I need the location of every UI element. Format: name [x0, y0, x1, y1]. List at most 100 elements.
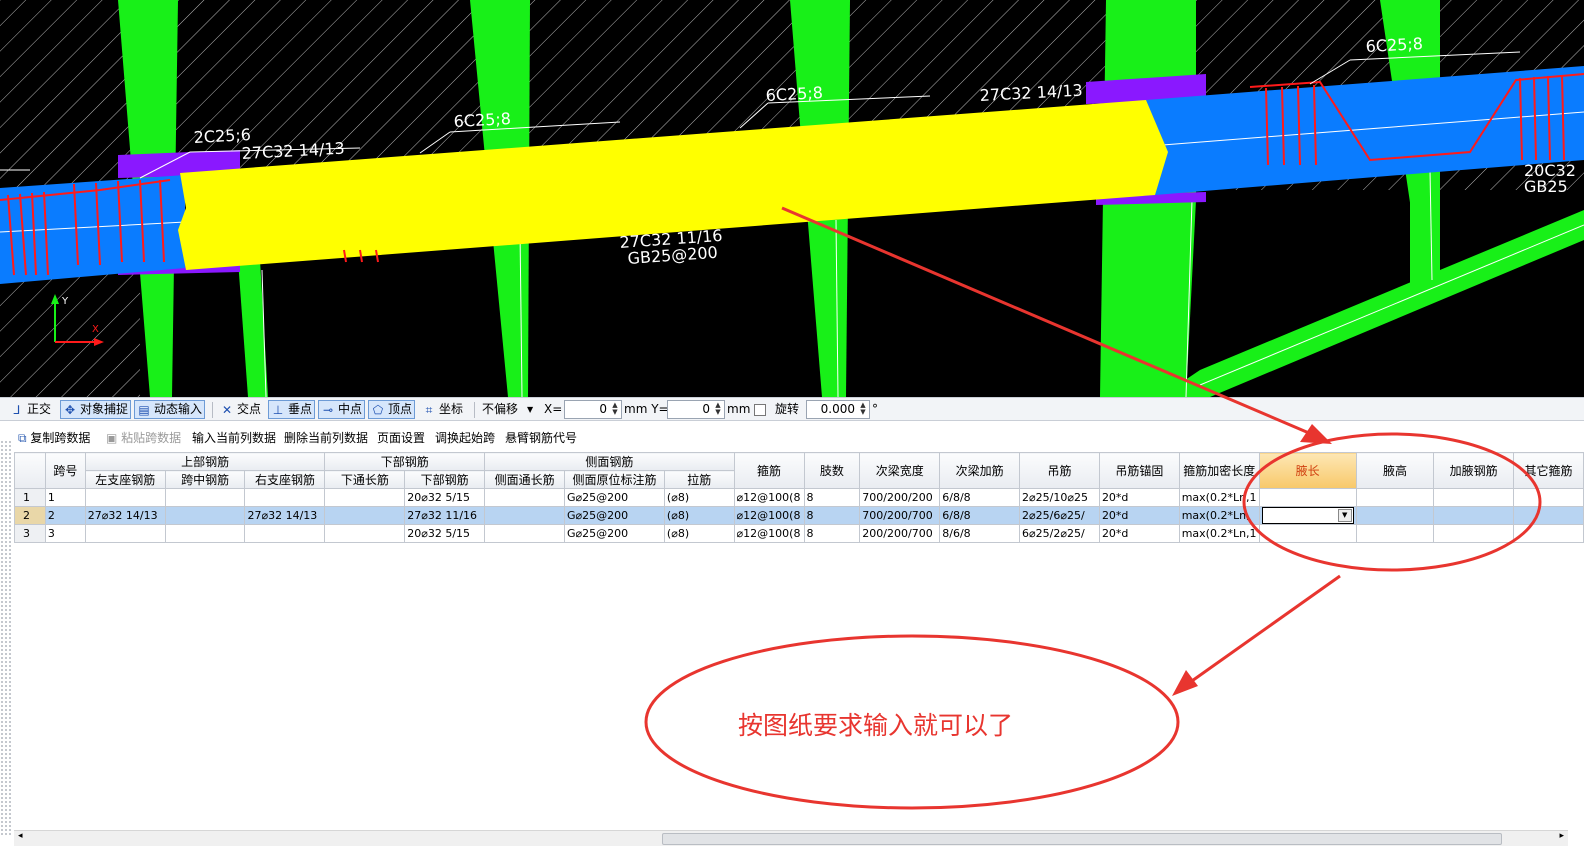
cad-drawing[interactable]: 2C25;6 27C32 14/13 6C25;8 6C25;8 27C32 1…	[0, 0, 1584, 397]
col-beam-add[interactable]: 次梁加筋	[939, 452, 1021, 489]
grid-cell-so[interactable]: G⌀25@200	[564, 506, 665, 525]
col-dense-length[interactable]: 箍筋加密长度	[1178, 452, 1260, 489]
col-legs[interactable]: 肢数	[803, 452, 861, 489]
grid-cell-span[interactable]: 2	[44, 506, 86, 525]
grid-cell-st[interactable]	[484, 524, 566, 543]
grid-cell-bw[interactable]: 200/200/700	[859, 524, 941, 543]
grid-cell-hb[interactable]	[1433, 506, 1515, 525]
col-left-support[interactable]: 左支座钢筋	[84, 470, 166, 489]
grid-cell-hang[interactable]: 6⌀25/2⌀25/	[1019, 524, 1100, 543]
col-hanger[interactable]: 吊筋	[1019, 452, 1100, 489]
grid-cell-legs[interactable]: 8	[803, 524, 861, 543]
col-span-no[interactable]: 跨号	[44, 452, 86, 489]
grid-cell-so[interactable]: G⌀25@200	[564, 488, 665, 507]
rotate-spinner[interactable]: ▲ ▼	[858, 402, 868, 417]
y-spinner[interactable]: ▲ ▼	[713, 402, 723, 417]
midpoint-snap-button[interactable]: ⊸ 中点	[318, 400, 366, 419]
grid-cell-span[interactable]: 1	[44, 488, 86, 507]
col-haunch-bar[interactable]: 加腋钢筋	[1433, 452, 1515, 489]
grid-cell-so[interactable]: G⌀25@200	[564, 524, 665, 543]
grid-cell-left[interactable]	[84, 488, 166, 507]
grid-cell-hang[interactable]: 2⌀25/6⌀25/	[1019, 506, 1100, 525]
grid-cell-hl[interactable]: ▼	[1258, 506, 1357, 525]
scroll-left-icon[interactable]: ◂	[18, 831, 23, 841]
rotate-angle-input[interactable]: 0.000 ▲ ▼	[806, 400, 870, 419]
grid-cell-ba[interactable]: 8/6/8	[939, 524, 1021, 543]
grid-cell-right[interactable]: 27⌀32 14/13	[244, 506, 326, 525]
col-bottom-bar[interactable]: 下部钢筋	[404, 470, 486, 489]
grid-cell-ba[interactable]: 6/8/8	[939, 506, 1021, 525]
grid-cell-legs[interactable]: 8	[803, 506, 861, 525]
grid-cell-os[interactable]	[1513, 524, 1584, 543]
grid-cell-os[interactable]	[1513, 506, 1584, 525]
grid-cell-bt[interactable]	[324, 506, 406, 525]
grid-cell-tie[interactable]: (⌀8)	[663, 506, 735, 525]
horizontal-scrollbar[interactable]: ◂ ▸	[14, 830, 1568, 846]
grid-cell-hh[interactable]	[1355, 506, 1435, 525]
haunch-length-editor[interactable]: ▼	[1261, 507, 1354, 524]
input-column-button[interactable]: 输入当前列数据	[192, 430, 276, 446]
grid-cell-legs[interactable]: 8	[803, 488, 861, 507]
col-tie[interactable]: 拉筋	[663, 470, 735, 489]
y-coordinate-input[interactable]: 0 ▲ ▼	[667, 400, 725, 419]
copy-span-button[interactable]: ⧉ 复制跨数据	[18, 430, 90, 446]
grid-cell-ha[interactable]: 20*d	[1098, 506, 1180, 525]
grid-cell-hh[interactable]	[1355, 524, 1435, 543]
grid-cell-ha[interactable]: 20*d	[1098, 524, 1180, 543]
grid-cell-ha[interactable]: 20*d	[1098, 488, 1180, 507]
col-haunch-length[interactable]: 腋长	[1258, 452, 1357, 489]
ortho-button[interactable]: ⅃ 正交	[8, 400, 53, 419]
grid-cell-stir[interactable]: ⌀12@100(8	[733, 506, 805, 525]
grid-cell-dl[interactable]: max(0.2*Ln,	[1178, 506, 1260, 525]
rotate-checkbox[interactable]: 旋转	[752, 400, 801, 419]
table-row[interactable]: 1 1 20⌀32 5/15 G⌀25@200 (⌀8) ⌀12@100(8 8 700/20…	[14, 488, 1584, 507]
grid-cell-stir[interactable]: ⌀12@100(8	[733, 488, 805, 507]
table-row[interactable]: 3 3 20⌀32 5/15 G⌀25@200 (⌀8) ⌀12@100(8 8 200/20…	[14, 524, 1584, 543]
dynamic-input-button[interactable]: ▤ 动态输入	[134, 400, 206, 419]
grid-cell-mid[interactable]	[164, 488, 246, 507]
grid-cell-stir[interactable]: ⌀12@100(8	[733, 524, 805, 543]
grid-cell-hl[interactable]	[1258, 488, 1357, 507]
grid-cell-bt[interactable]	[324, 488, 406, 507]
grid-cell-hang[interactable]: 2⌀25/10⌀25	[1019, 488, 1100, 507]
grid-cell-bb[interactable]: 20⌀32 5/15	[404, 524, 486, 543]
object-snap-button[interactable]: ✥ 对象捕捉	[60, 400, 132, 419]
grid-cell-left[interactable]: 27⌀32 14/13	[84, 506, 166, 525]
vertex-snap-button[interactable]: ⬠ 顶点	[368, 400, 416, 419]
perpendicular-snap-button[interactable]: ⊥ 垂点	[268, 400, 316, 419]
grid-cell-bw[interactable]: 700/200/200	[859, 488, 941, 507]
grid-cell-st[interactable]	[484, 488, 566, 507]
x-spinner[interactable]: ▲ ▼	[610, 402, 620, 417]
grid-cell-left[interactable]	[84, 524, 166, 543]
grid-cell-dl[interactable]: max(0.2*Ln,1	[1178, 488, 1260, 507]
grid-cell-st[interactable]	[484, 506, 566, 525]
grid-cell-hb[interactable]	[1433, 524, 1515, 543]
grid-cell-hh[interactable]	[1355, 488, 1435, 507]
col-mid-span[interactable]: 跨中钢筋	[164, 470, 246, 489]
offset-select[interactable]: 不偏移 ▼	[480, 400, 540, 419]
grid-cell-hb[interactable]	[1433, 488, 1515, 507]
page-setup-button[interactable]: 页面设置	[377, 430, 425, 446]
dropdown-arrow-icon[interactable]: ▼	[1337, 509, 1352, 522]
grid-cell-tie[interactable]: (⌀8)	[663, 488, 735, 507]
col-right-support[interactable]: 右支座钢筋	[244, 470, 326, 489]
paste-span-button[interactable]: ▣ 粘贴跨数据	[106, 430, 181, 446]
intersection-snap-button[interactable]: ✕ 交点	[218, 400, 263, 419]
cantilever-code-button[interactable]: 悬臂钢筋代号	[505, 430, 577, 446]
scroll-right-icon[interactable]: ▸	[1559, 831, 1564, 841]
col-stirrup[interactable]: 箍筋	[733, 452, 805, 489]
grid-cell-bb[interactable]: 20⌀32 5/15	[404, 488, 486, 507]
grid-cell-span[interactable]: 3	[44, 524, 86, 543]
swap-start-span-button[interactable]: 调换起始跨	[435, 430, 495, 446]
col-haunch-height[interactable]: 腋高	[1355, 452, 1435, 489]
grid-cell-mid[interactable]	[164, 524, 246, 543]
col-beam-width[interactable]: 次梁宽度	[859, 452, 941, 489]
col-side-original[interactable]: 侧面原位标注筋	[564, 470, 665, 489]
grid-cell-bt[interactable]	[324, 524, 406, 543]
grid-cell-dl[interactable]: max(0.2*Ln,1	[1178, 524, 1260, 543]
cad-canvas[interactable]: 2C25;6 27C32 14/13 6C25;8 6C25;8 27C32 1…	[0, 0, 1584, 397]
col-hanger-anchor[interactable]: 吊筋锚固	[1098, 452, 1180, 489]
grid-cell-os[interactable]	[1513, 488, 1584, 507]
x-coordinate-input[interactable]: 0 ▲ ▼	[564, 400, 622, 419]
grid-cell-tie[interactable]: (⌀8)	[663, 524, 735, 543]
